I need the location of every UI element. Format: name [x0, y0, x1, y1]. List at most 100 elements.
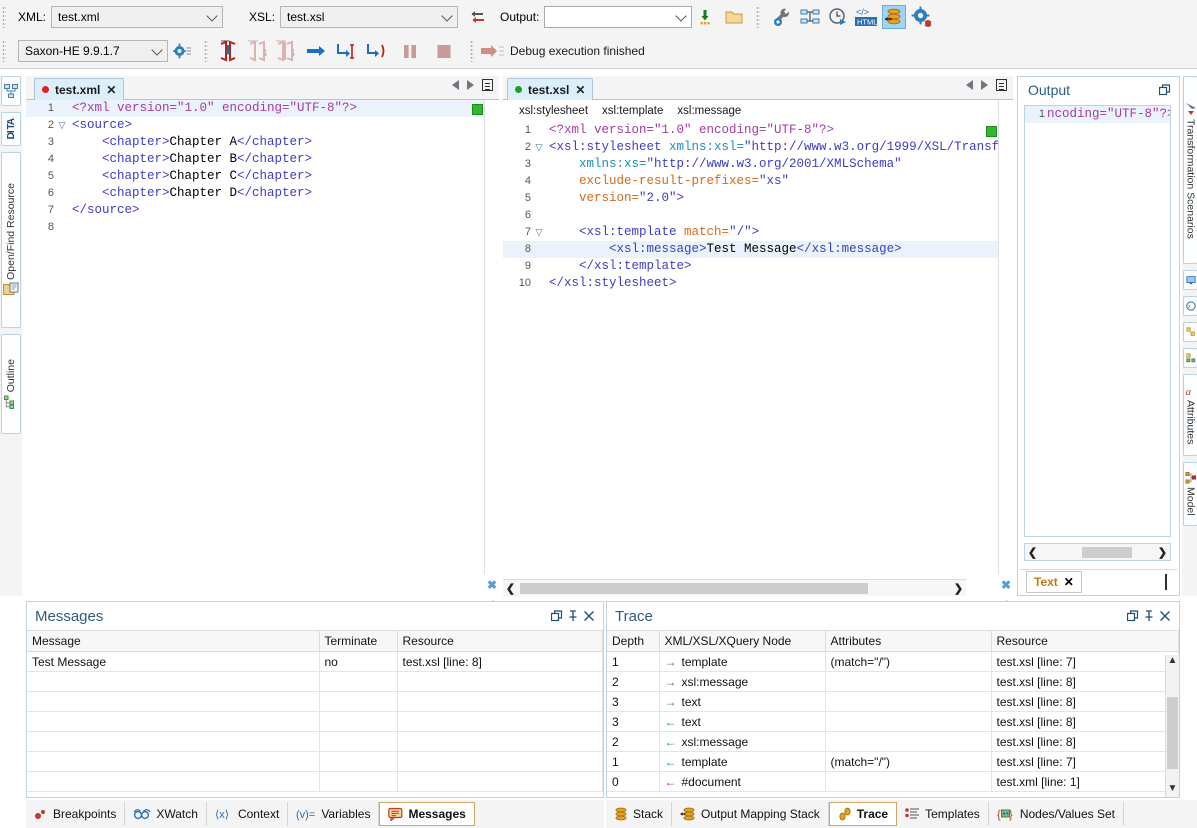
table-row[interactable]: 1 → template (match="/") test.xsl [line: 7] — [607, 651, 1179, 672]
table-row[interactable]: 1 ← template (match="/") test.xsl [line: 7] — [607, 751, 1179, 772]
xsl-vertical-scrollbar[interactable]: ✖ — [998, 100, 1013, 616]
breadcrumb-item[interactable]: xsl:message — [677, 105, 741, 117]
close-icon[interactable]: ✕ — [106, 84, 116, 96]
pin-icon[interactable] — [1141, 608, 1157, 624]
hscroll-track[interactable] — [518, 582, 951, 594]
transformer-combo[interactable]: Saxon-HE 9.9.1.7 — [18, 39, 168, 62]
tab-breakpoints[interactable]: Breakpoints — [26, 802, 126, 826]
scroll-up-icon[interactable]: ▲ — [1166, 655, 1179, 669]
previous-tab-icon[interactable] — [966, 80, 973, 90]
run-to-cursor-button[interactable] — [334, 39, 358, 63]
column-header[interactable]: Message — [27, 630, 320, 652]
toolbar-grip-2[interactable] — [756, 5, 761, 28]
close-icon[interactable]: ✕ — [1064, 575, 1074, 589]
column-header[interactable]: Attributes — [825, 630, 992, 652]
scroll-left-icon[interactable]: ❮ — [503, 582, 518, 595]
scroll-thumb[interactable] — [1167, 697, 1178, 769]
code-line[interactable]: 4 exclude-result-prefixes="xs" — [503, 173, 1013, 190]
xml-vertical-scrollbar[interactable]: ✖ — [484, 100, 499, 616]
hscroll-thumb[interactable] — [1082, 546, 1132, 558]
tab-trace[interactable]: Trace — [828, 802, 898, 826]
code-line[interactable]: 5 <chapter>Chapter C</chapter> — [26, 168, 499, 185]
tab-nodes-values-set[interactable]: {} Nodes/Values Set — [989, 802, 1124, 826]
toolbar-grip-3[interactable] — [2, 39, 6, 62]
output-menu-icon[interactable] — [1165, 573, 1167, 590]
scroll-left-icon[interactable]: ❮ — [1025, 546, 1040, 559]
xsl-file-combo[interactable]: test.xsl — [280, 5, 459, 28]
table-row[interactable]: 0 ← #document test.xml [line: 1] — [607, 771, 1179, 792]
toolbar-grip-4[interactable] — [204, 39, 208, 62]
code-line[interactable]: 9 </xsl:template> — [503, 258, 1013, 275]
close-icon[interactable]: ✕ — [575, 84, 585, 96]
fold-toggle-icon[interactable]: ▽ — [56, 117, 68, 134]
stop-button[interactable] — [432, 39, 456, 63]
table-row[interactable]: Test Message no test.xsl [line: 8] — [27, 651, 603, 672]
tab-xwatch[interactable]: XWatch — [125, 802, 207, 826]
tab-menu-icon[interactable] — [996, 79, 1007, 91]
output-text-area[interactable]: 1 ncoding="UTF-8"?> — [1024, 105, 1171, 537]
maximize-icon[interactable] — [1157, 82, 1173, 98]
sidebar-item-model[interactable]: Model — [1183, 462, 1197, 526]
step-into-button[interactable] — [216, 39, 240, 63]
open-folder-button[interactable] — [722, 5, 746, 29]
editor-tab-test-xml[interactable]: test.xml ✕ — [34, 78, 125, 100]
code-line[interactable]: 1 <?xml version="1.0" encoding="UTF-8"?> — [503, 122, 1013, 139]
code-line[interactable]: 6 — [503, 207, 1013, 224]
toolbar-grip-5[interactable] — [470, 39, 474, 62]
tab-context[interactable]: ⟨x⟩ Context — [207, 802, 289, 826]
code-line[interactable]: 2 ▽ <xsl:stylesheet xmlns:xsl="http://www.… — [503, 139, 1013, 156]
run-button[interactable] — [304, 39, 328, 63]
sidebar-item-transformation-scenarios[interactable]: Transformation Scenarios — [1183, 76, 1197, 264]
table-row[interactable]: 2 → xsl:message test.xsl [line: 8] — [607, 671, 1179, 692]
sidebar-item-elements[interactable] — [1183, 322, 1197, 342]
breadcrumb-item[interactable]: xsl:stylesheet — [519, 105, 588, 117]
output-tab-text[interactable]: Text ✕ — [1026, 570, 1082, 593]
hscroll-thumb[interactable] — [520, 582, 868, 594]
tab-stack[interactable]: Stack — [606, 802, 673, 826]
sidebar-item-dita-maps-manager[interactable] — [1, 76, 21, 106]
code-line[interactable]: 1 <?xml version="1.0" encoding="UTF-8"?> — [26, 100, 499, 117]
step-over-button[interactable] — [244, 39, 268, 63]
html-output-button[interactable]: </> HTML — [854, 5, 878, 29]
code-line[interactable]: 4 <chapter>Chapter B</chapter> — [26, 151, 499, 168]
tab-output-mapping-stack[interactable]: Output Mapping Stack — [672, 802, 829, 826]
configure-transformation-button[interactable] — [770, 5, 794, 29]
previous-tab-icon[interactable] — [452, 80, 459, 90]
hscroll-track[interactable] — [1040, 546, 1155, 558]
xml-file-combo[interactable]: test.xml — [51, 5, 224, 28]
xsl-horizontal-scrollbar[interactable]: ❮ ❯ — [503, 579, 966, 596]
output-horizontal-scrollbar[interactable]: ❮ ❯ — [1024, 543, 1171, 561]
run-to-end-button[interactable] — [364, 39, 388, 63]
output-file-combo[interactable] — [544, 5, 693, 28]
code-line[interactable]: 8 <xsl:message>Test Message</xsl:message… — [503, 241, 1013, 258]
sidebar-item-outline[interactable]: Outline — [1, 334, 21, 434]
column-header[interactable]: Resource — [991, 630, 1179, 652]
code-line[interactable]: 8 — [26, 219, 499, 236]
messages-table-wrap[interactable]: Message Terminate Resource Test Message no t… — [27, 630, 603, 797]
xml-code-area[interactable]: 1 <?xml version="1.0" encoding="UTF-8"?> 2… — [26, 100, 499, 574]
code-line[interactable]: 6 <chapter>Chapter D</chapter> — [26, 185, 499, 202]
tab-variables[interactable]: (v)= Variables — [288, 802, 380, 826]
code-line[interactable]: 3 <chapter>Chapter A</chapter> — [26, 134, 499, 151]
column-header[interactable]: Terminate — [319, 630, 398, 652]
save-output-button[interactable] — [694, 5, 718, 29]
code-line[interactable]: 3 xmlns:xs="http://www.w3.org/2001/XMLSc… — [503, 156, 1013, 173]
close-scroll-icon[interactable]: ✖ — [487, 578, 497, 592]
code-line[interactable]: 10 </xsl:stylesheet> — [503, 275, 1013, 292]
breadcrumb-item[interactable]: xsl:template — [602, 105, 663, 117]
toolbar-grip[interactable] — [2, 5, 6, 28]
database-button[interactable] — [882, 4, 907, 29]
code-line[interactable]: 2 ▽ <source> — [26, 117, 499, 134]
compare-button[interactable] — [798, 5, 822, 29]
scroll-down-icon[interactable]: ▼ — [1166, 783, 1179, 797]
code-line[interactable]: 5 version="2.0"> — [503, 190, 1013, 207]
code-line[interactable]: 7 ▽ <xsl:template match="/"> — [503, 224, 1013, 241]
sidebar-item-attributes[interactable]: a Attributes — [1183, 374, 1197, 456]
next-tab-icon[interactable] — [467, 80, 474, 90]
sidebar-item-open-find-resource[interactable]: Open/Find Resource — [1, 152, 21, 328]
fold-toggle-icon[interactable]: ▽ — [533, 139, 545, 156]
sidebar-item-xpath-builder[interactable] — [1183, 270, 1197, 290]
tab-menu-icon[interactable] — [482, 79, 493, 91]
code-line[interactable]: 7 </source> — [26, 202, 499, 219]
transformer-settings-button[interactable] — [170, 39, 194, 63]
